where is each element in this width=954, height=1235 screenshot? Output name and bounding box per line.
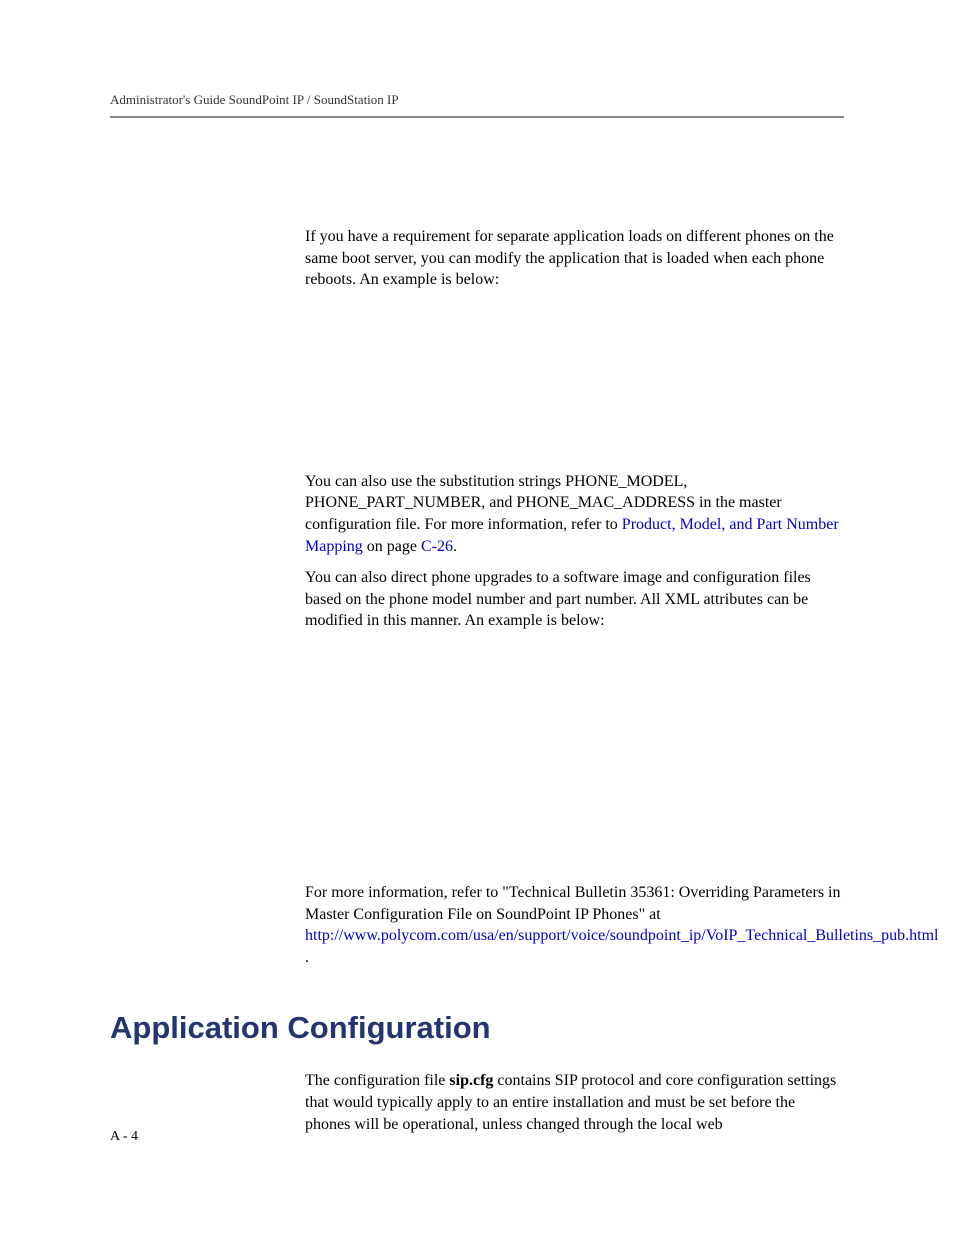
external-url-link[interactable]: http://www.polycom.com/usa/en/support/vo… (305, 927, 939, 944)
paragraph-4-text-post: . (305, 949, 309, 966)
paragraph-4-text-pre: For more information, refer to "Technica… (305, 884, 840, 923)
section-paragraph-1: The configuration file sip.cfg contains … (305, 1070, 844, 1135)
section-para1-pre: The configuration file (305, 1072, 449, 1089)
page-container: Administrator's Guide SoundPoint IP / So… (0, 0, 954, 1135)
paragraph-4: For more information, refer to "Technica… (305, 882, 844, 968)
paragraph-2: You can also use the substitution string… (305, 471, 844, 557)
paragraph-2-text-mid: on page (363, 538, 421, 555)
paragraph-1: If you have a requirement for separate a… (305, 226, 844, 291)
body-content: If you have a requirement for separate a… (305, 226, 844, 968)
section-heading: Application Configuration (110, 1010, 844, 1046)
section-content: The configuration file sip.cfg contains … (305, 1070, 844, 1135)
page-number: A - 4 (110, 1129, 138, 1145)
filename-bold: sip.cfg (449, 1072, 493, 1089)
header-divider (110, 116, 844, 118)
paragraph-3: You can also direct phone upgrades to a … (305, 567, 844, 632)
page-reference-link[interactable]: C-26 (421, 538, 453, 555)
example-placeholder-1 (305, 301, 844, 471)
example-placeholder-2 (305, 642, 844, 882)
paragraph-2-text-post: . (453, 538, 457, 555)
running-header: Administrator's Guide SoundPoint IP / So… (110, 92, 844, 108)
